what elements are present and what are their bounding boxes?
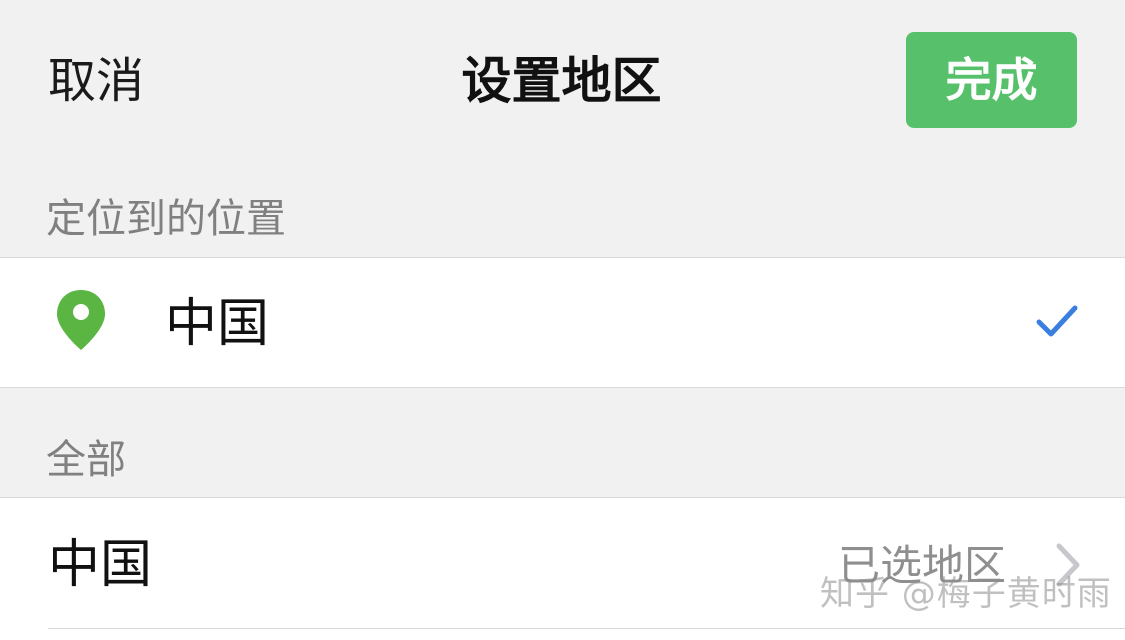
row-divider (48, 628, 1125, 629)
location-pin-icon (57, 290, 105, 350)
located-location-label: 中国 (165, 294, 270, 354)
watermark: 知乎 @梅子黄时雨 (820, 574, 1112, 614)
located-location-row[interactable]: 中国 (0, 257, 1125, 388)
all-section-header: 全部 (46, 437, 126, 483)
navigation-bar: 取消 设置地区 完成 (0, 0, 1125, 160)
checkmark-icon (1036, 305, 1078, 337)
region-row[interactable]: 中国 已选地区 (0, 497, 1125, 640)
region-label: 中国 (48, 535, 153, 595)
located-section-header: 定位到的位置 (46, 196, 286, 242)
done-button[interactable]: 完成 (906, 32, 1077, 128)
